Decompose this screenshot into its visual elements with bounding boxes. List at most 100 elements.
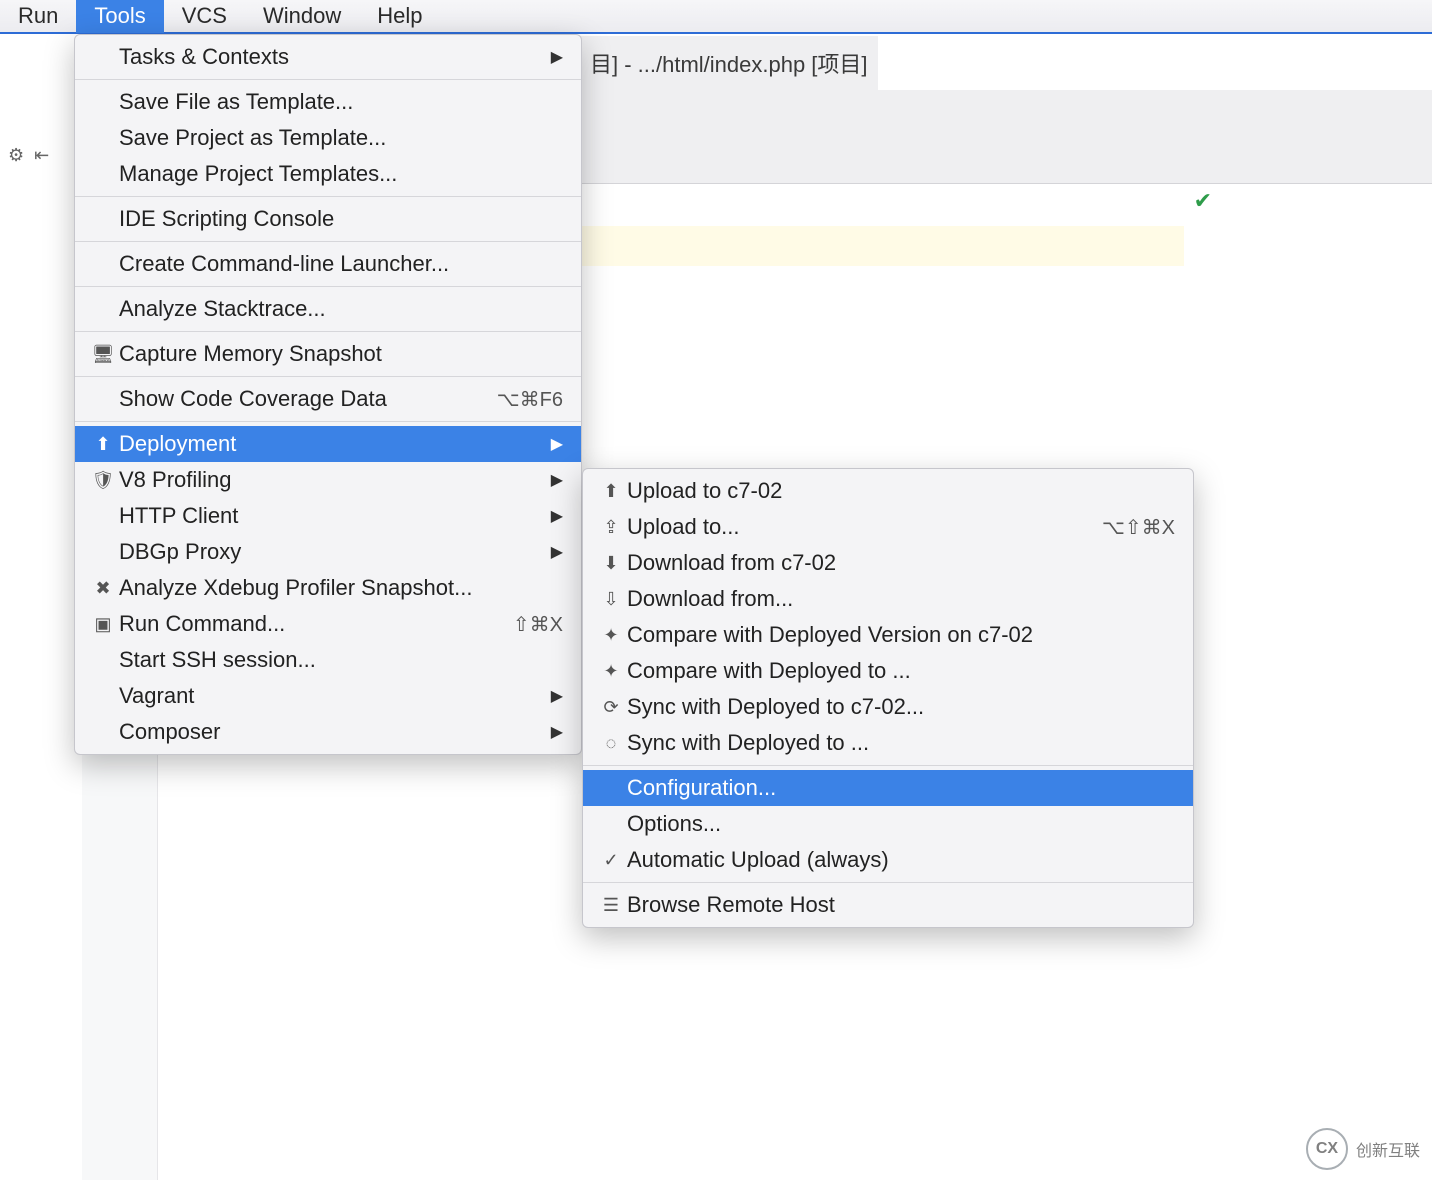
deployment_menu-item-options[interactable]: Options... bbox=[583, 806, 1193, 842]
tools_menu-item-dbgp-proxy[interactable]: DBGp Proxy▶ bbox=[75, 534, 581, 570]
chip-icon: 🖥 bbox=[89, 344, 117, 365]
deployment_menu-item-browse-remote-host[interactable]: ☰Browse Remote Host bbox=[583, 887, 1193, 923]
menu-item-label: Automatic Upload (always) bbox=[625, 847, 1175, 873]
tools_menu-item-http-client[interactable]: HTTP Client▶ bbox=[75, 498, 581, 534]
deployment_menu-item-upload-to-c7-02[interactable]: ⬆Upload to c7-02 bbox=[583, 473, 1193, 509]
menu-separator bbox=[583, 765, 1193, 766]
tools_menu-item-start-ssh-session[interactable]: Start SSH session... bbox=[75, 642, 581, 678]
download-from-icon: ⇩ bbox=[597, 589, 625, 610]
menu-vcs[interactable]: VCS bbox=[164, 0, 245, 33]
menu-item-label: Composer bbox=[117, 719, 531, 745]
sync-icon: ⟳ bbox=[597, 697, 625, 718]
menu-item-label: Analyze Stacktrace... bbox=[117, 296, 563, 322]
menu-item-label: Analyze Xdebug Profiler Snapshot... bbox=[117, 575, 563, 601]
menu-item-label: Start SSH session... bbox=[117, 647, 563, 673]
menu-item-label: V8 Profiling bbox=[117, 467, 531, 493]
tools_menu-item-show-code-coverage-data[interactable]: Show Code Coverage Data⌥⌘F6 bbox=[75, 381, 581, 417]
menu-separator bbox=[75, 421, 581, 422]
tools_menu-item-capture-memory-snapshot[interactable]: 🖥Capture Memory Snapshot bbox=[75, 336, 581, 372]
menu-separator bbox=[75, 79, 581, 80]
tools-dropdown: Tasks & Contexts▶Save File as Template..… bbox=[74, 34, 582, 755]
toolbar-left: ⚙ ⇤ bbox=[0, 120, 70, 190]
submenu-arrow-icon: ▶ bbox=[531, 686, 563, 706]
menu-separator bbox=[75, 241, 581, 242]
deployment_menu-item-sync-with-deployed-to-c7-02[interactable]: ⟳Sync with Deployed to c7-02... bbox=[583, 689, 1193, 725]
menu-separator bbox=[75, 286, 581, 287]
toolbar-area bbox=[580, 90, 1432, 184]
menu-item-label: HTTP Client bbox=[117, 503, 531, 529]
tools_menu-item-analyze-stacktrace[interactable]: Analyze Stacktrace... bbox=[75, 291, 581, 327]
tools_menu-item-analyze-xdebug-profiler-snapshot[interactable]: ✖Analyze Xdebug Profiler Snapshot... bbox=[75, 570, 581, 606]
tools_menu-item-composer[interactable]: Composer▶ bbox=[75, 714, 581, 750]
watermark-text: 创新互联 bbox=[1356, 1137, 1420, 1161]
menu-item-label: Deployment bbox=[117, 431, 531, 457]
tools_menu-item-v8-profiling[interactable]: 🛡V8 Profiling▶ bbox=[75, 462, 581, 498]
menu-item-label: Show Code Coverage Data bbox=[117, 386, 467, 412]
shortcut-label: ⌥⇧⌘X bbox=[1072, 515, 1175, 540]
tools_menu-item-vagrant[interactable]: Vagrant▶ bbox=[75, 678, 581, 714]
menu-item-label: Tasks & Contexts bbox=[117, 44, 531, 70]
checkmark-icon: ✔ bbox=[1194, 188, 1212, 214]
deployment_menu-item-automatic-upload-always[interactable]: ✓Automatic Upload (always) bbox=[583, 842, 1193, 878]
xdebug-icon: ✖ bbox=[89, 578, 117, 599]
shortcut-label: ⌥⌘F6 bbox=[467, 387, 563, 412]
menu-item-label: Sync with Deployed to ... bbox=[625, 730, 1175, 756]
window-title: 目] - .../html/index.php [项目] bbox=[580, 36, 878, 90]
menu-item-label: IDE Scripting Console bbox=[117, 206, 563, 232]
menu-tools[interactable]: Tools bbox=[76, 0, 163, 33]
deployment_menu-item-download-from[interactable]: ⇩Download from... bbox=[583, 581, 1193, 617]
terminal-icon: ▣ bbox=[89, 614, 117, 635]
check-icon: ✓ bbox=[597, 850, 625, 871]
menu-item-label: Save Project as Template... bbox=[117, 125, 563, 151]
tools_menu-item-save-project-as-template[interactable]: Save Project as Template... bbox=[75, 120, 581, 156]
tools_menu-item-manage-project-templates[interactable]: Manage Project Templates... bbox=[75, 156, 581, 192]
deployment_menu-item-download-from-c7-02[interactable]: ⬇Download from c7-02 bbox=[583, 545, 1193, 581]
gear-icon[interactable]: ⚙ bbox=[8, 145, 24, 166]
menu-item-label: Configuration... bbox=[625, 775, 1175, 801]
v8-icon: 🛡 bbox=[89, 470, 117, 491]
menu-item-label: Upload to... bbox=[625, 514, 1072, 540]
tools_menu-item-create-command-line-launcher[interactable]: Create Command-line Launcher... bbox=[75, 246, 581, 282]
menu-separator bbox=[75, 196, 581, 197]
submenu-arrow-icon: ▶ bbox=[531, 722, 563, 742]
download-icon: ⬇ bbox=[597, 553, 625, 574]
deployment_menu-item-compare-with-deployed-version-on-c7-02[interactable]: ✦Compare with Deployed Version on c7-02 bbox=[583, 617, 1193, 653]
tools_menu-item-ide-scripting-console[interactable]: IDE Scripting Console bbox=[75, 201, 581, 237]
deployment_menu-item-upload-to[interactable]: ⇪Upload to...⌥⇧⌘X bbox=[583, 509, 1193, 545]
menu-item-label: Run Command... bbox=[117, 611, 483, 637]
submenu-arrow-icon: ▶ bbox=[531, 542, 563, 562]
menu-help[interactable]: Help bbox=[359, 0, 440, 33]
tools_menu-item-tasks-contexts[interactable]: Tasks & Contexts▶ bbox=[75, 39, 581, 75]
menu-item-label: Compare with Deployed Version on c7-02 bbox=[625, 622, 1175, 648]
menu-item-label: Compare with Deployed to ... bbox=[625, 658, 1175, 684]
menu-item-label: Download from... bbox=[625, 586, 1175, 612]
watermark: CX 创新互联 bbox=[1306, 1128, 1420, 1170]
upload-icon: ⬆ bbox=[597, 481, 625, 502]
deployment-submenu: ⬆Upload to c7-02⇪Upload to...⌥⇧⌘X⬇Downlo… bbox=[582, 468, 1194, 928]
menu-item-label: Save File as Template... bbox=[117, 89, 563, 115]
menu-item-label: Create Command-line Launcher... bbox=[117, 251, 563, 277]
deployment_menu-item-configuration[interactable]: Configuration... bbox=[583, 770, 1193, 806]
submenu-arrow-icon: ▶ bbox=[531, 506, 563, 526]
menu-item-label: Options... bbox=[625, 811, 1175, 837]
shortcut-label: ⇧⌘X bbox=[483, 612, 563, 637]
menubar: Run Tools VCS Window Help bbox=[0, 0, 1432, 34]
server-icon: ☰ bbox=[597, 895, 625, 916]
sync-alt-icon: ◌ bbox=[597, 733, 625, 754]
deploy-icon: ⬆ bbox=[89, 434, 117, 455]
menu-run[interactable]: Run bbox=[0, 0, 76, 33]
deployment_menu-item-sync-with-deployed-to[interactable]: ◌Sync with Deployed to ... bbox=[583, 725, 1193, 761]
tools_menu-item-deployment[interactable]: ⬆Deployment▶ bbox=[75, 426, 581, 462]
menu-separator bbox=[583, 882, 1193, 883]
menu-item-label: Capture Memory Snapshot bbox=[117, 341, 563, 367]
tools_menu-item-run-command[interactable]: ▣Run Command...⇧⌘X bbox=[75, 606, 581, 642]
menu-window[interactable]: Window bbox=[245, 0, 359, 33]
menu-item-label: DBGp Proxy bbox=[117, 539, 531, 565]
deployment_menu-item-compare-with-deployed-to[interactable]: ✦Compare with Deployed to ... bbox=[583, 653, 1193, 689]
collapse-icon[interactable]: ⇤ bbox=[34, 145, 49, 166]
submenu-arrow-icon: ▶ bbox=[531, 470, 563, 490]
menu-item-label: Download from c7-02 bbox=[625, 550, 1175, 576]
watermark-logo: CX bbox=[1306, 1128, 1348, 1170]
menu-item-label: Sync with Deployed to c7-02... bbox=[625, 694, 1175, 720]
tools_menu-item-save-file-as-template[interactable]: Save File as Template... bbox=[75, 84, 581, 120]
